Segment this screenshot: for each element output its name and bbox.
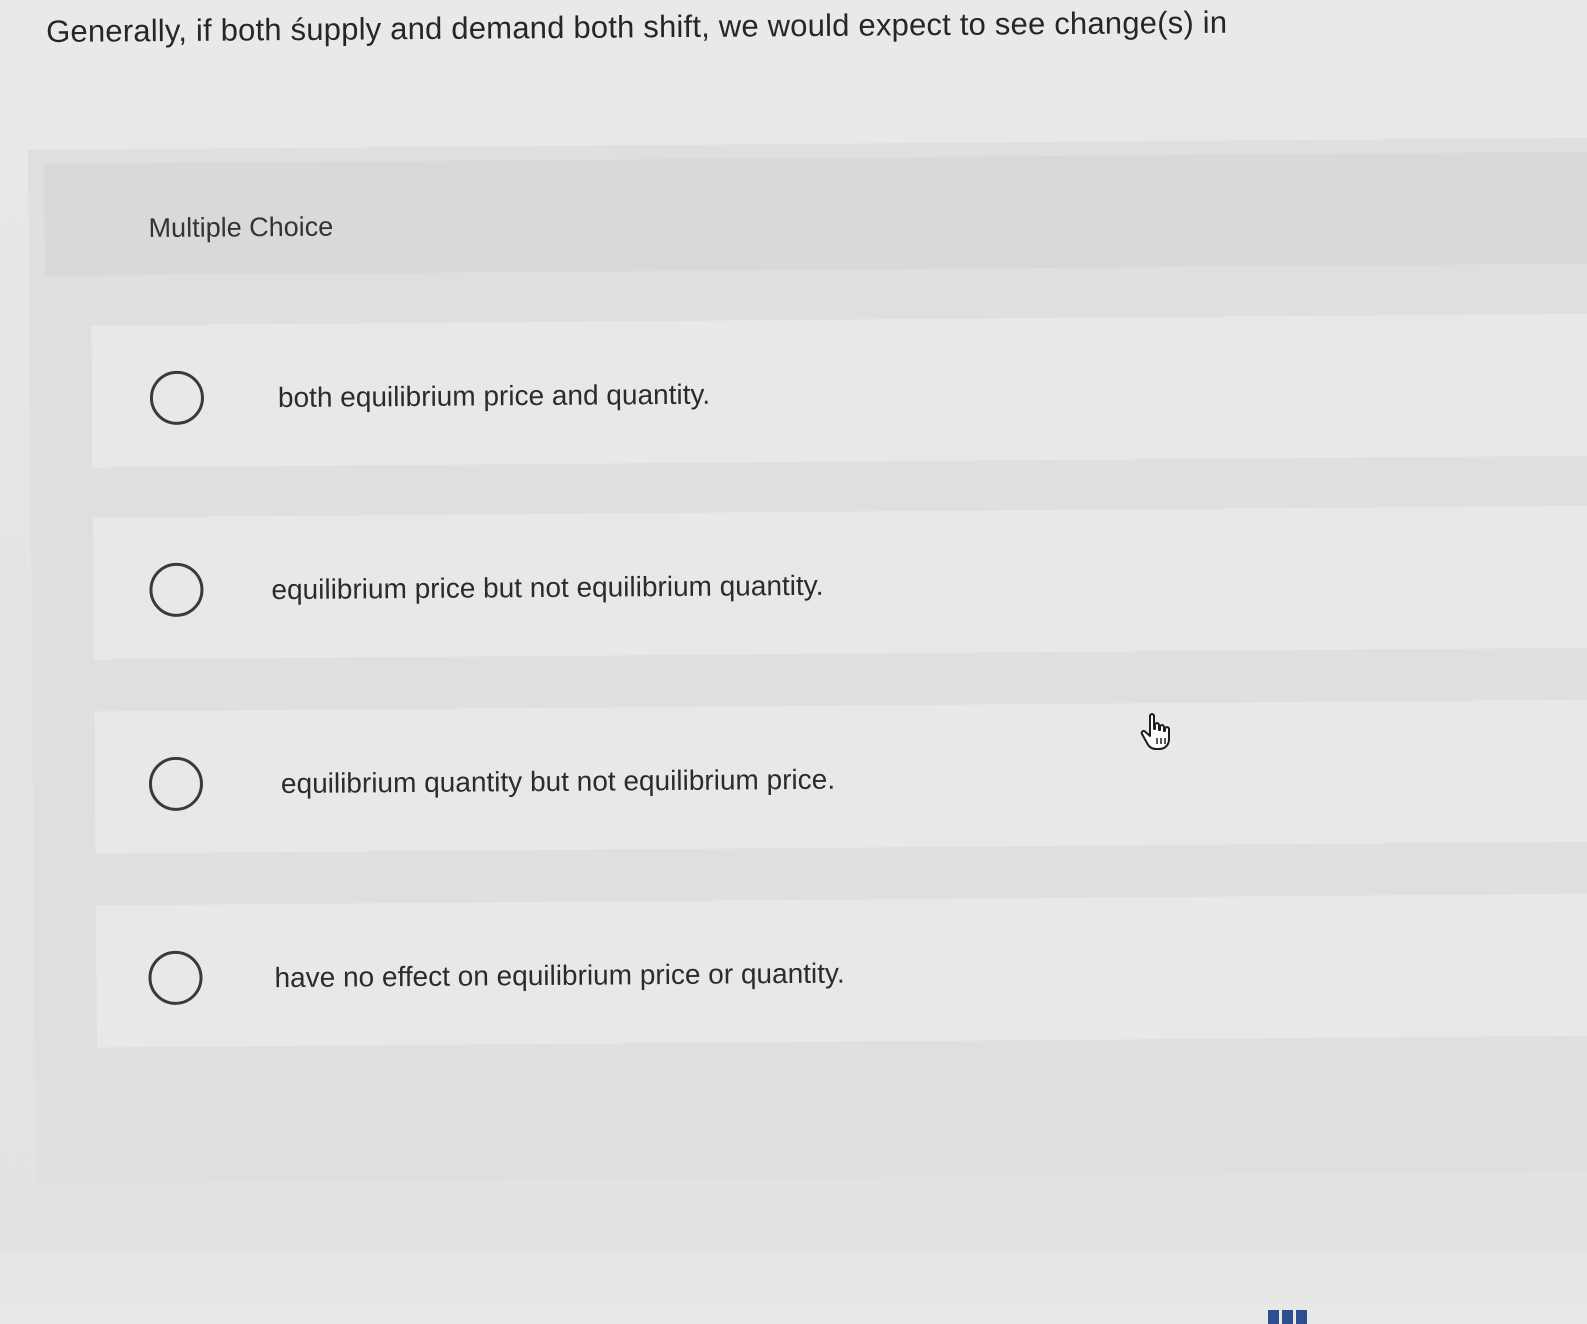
option-row-1[interactable]: both equilibrium price and quantity. (91, 313, 1587, 468)
option-label-3: equilibrium quantity but not equilibrium… (280, 763, 836, 800)
option-row-3[interactable]: equilibrium quantity but not equilibrium… (94, 699, 1587, 854)
radio-button-4[interactable] (148, 950, 203, 1006)
question-text: Generally, if both śupply and demand bot… (46, 4, 1228, 49)
radio-button-2[interactable] (149, 562, 204, 618)
grid-icon[interactable] (1268, 1310, 1307, 1324)
multiple-choice-panel: Multiple Choice both equilibrium price a… (28, 137, 1587, 1184)
radio-button-3[interactable] (148, 756, 204, 812)
option-row-2[interactable]: equilibrium price but not equilibrium qu… (92, 505, 1587, 660)
hand-pointer-icon (1140, 713, 1170, 750)
radio-button-1[interactable] (149, 370, 205, 426)
option-label-1: both equilibrium price and quantity. (277, 378, 711, 414)
option-label-2: equilibrium price but not equilibrium qu… (271, 569, 824, 606)
option-row-4[interactable]: have no effect on equilibrium price or q… (95, 893, 1587, 1048)
taskbar (0, 1250, 1587, 1324)
option-label-4: have no effect on equilibrium price or q… (274, 957, 845, 994)
panel-header: Multiple Choice (44, 151, 1587, 276)
multiple-choice-label: Multiple Choice (148, 211, 334, 244)
